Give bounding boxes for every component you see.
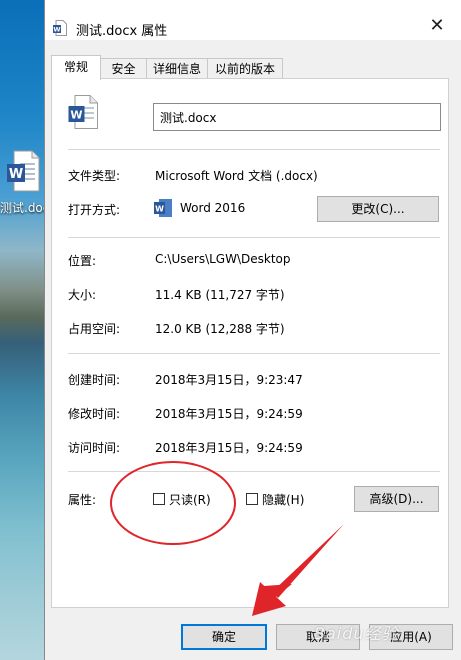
divider [68, 237, 440, 238]
svg-text:W: W [155, 205, 164, 214]
opens-with-label: 打开方式: [68, 203, 121, 217]
divider [68, 353, 440, 354]
readonly-label[interactable]: 只读(R) [169, 491, 211, 508]
close-icon[interactable]: ✕ [427, 16, 447, 36]
size-on-disk-value: 12.0 KB (12,288 字节) [155, 322, 285, 336]
attributes-label: 属性: [68, 493, 97, 507]
apply-button[interactable]: 应用(A) [369, 624, 453, 650]
accessed-value: 2018年3月15日，9:24:59 [155, 441, 303, 455]
location-value: C:\Users\LGW\Desktop [155, 252, 291, 266]
tab-security[interactable]: 安全 [100, 58, 147, 79]
divider [68, 471, 440, 472]
ok-button[interactable]: 确定 [181, 624, 267, 650]
tab-details[interactable]: 详细信息 [146, 58, 208, 79]
readonly-checkbox[interactable] [153, 493, 165, 505]
advanced-button[interactable]: 高级(D)... [354, 486, 439, 512]
hidden-checkbox[interactable] [246, 493, 258, 505]
cancel-button[interactable]: 取消 [276, 624, 360, 650]
tab-general[interactable]: 常规 [51, 55, 101, 80]
accessed-label: 访问时间: [68, 441, 121, 455]
svg-text:W: W [70, 109, 82, 122]
general-panel: W 文件类型: Microsoft Word 文档 (.docx) 打开方式: … [51, 78, 449, 608]
word-document-icon: W [68, 95, 98, 129]
opens-with-value: Word 2016 [180, 201, 246, 215]
modified-label: 修改时间: [68, 407, 121, 421]
desktop-background: W 测试.doc [0, 0, 49, 660]
file-name-input[interactable] [153, 103, 441, 131]
created-value: 2018年3月15日，9:23:47 [155, 373, 303, 387]
properties-window: W 测试.docx 属性 ✕ 常规 安全 详细信息 以前的版本 W 文件类型: [44, 0, 461, 660]
title-bar[interactable]: W 测试.docx 属性 ✕ [45, 0, 461, 40]
hidden-label[interactable]: 隐藏(H) [262, 491, 304, 508]
divider [68, 149, 440, 150]
location-label: 位置: [68, 254, 97, 268]
file-type-value: Microsoft Word 文档 (.docx) [155, 169, 318, 183]
desktop-icon-label: 测试.doc [0, 201, 50, 215]
size-label: 大小: [68, 288, 97, 302]
window-title: 测试.docx 属性 [76, 24, 168, 39]
modified-value: 2018年3月15日，9:24:59 [155, 407, 303, 421]
tab-previous-versions[interactable]: 以前的版本 [207, 58, 283, 79]
size-on-disk-label: 占用空间: [68, 322, 121, 336]
svg-text:W: W [9, 167, 23, 182]
size-value: 11.4 KB (11,727 字节) [155, 288, 285, 302]
svg-text:W: W [53, 26, 60, 34]
word-document-icon[interactable]: W [6, 150, 40, 192]
change-button[interactable]: 更改(C)... [317, 196, 439, 222]
created-label: 创建时间: [68, 373, 121, 387]
file-type-label: 文件类型: [68, 169, 121, 183]
word-app-icon: W [154, 198, 172, 218]
word-document-icon: W [53, 20, 67, 36]
